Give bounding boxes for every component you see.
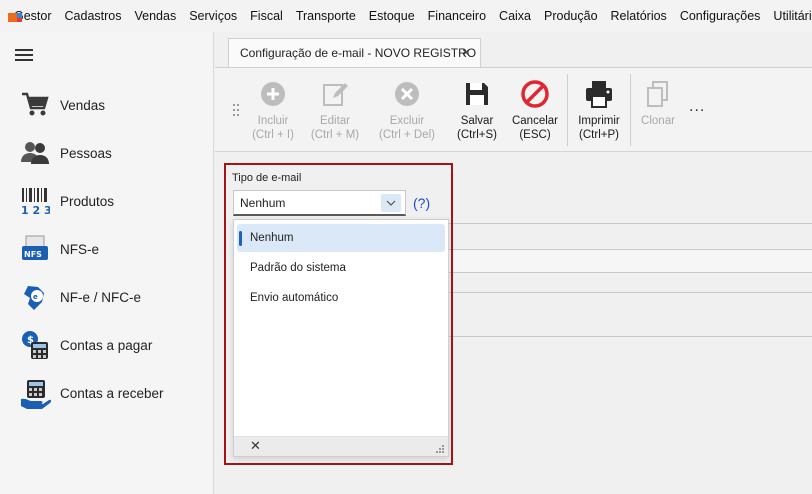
toolbar-separator (630, 74, 631, 146)
menu-financeiro[interactable]: Financeiro (428, 9, 486, 23)
save-icon (452, 78, 502, 110)
imprimir-shortcut: (Ctrl+P) (579, 129, 619, 141)
svg-text:1 2 3: 1 2 3 (21, 204, 50, 216)
sidebar: Vendas Pessoas 1 2 3 Produtos NFS NFS-e … (0, 32, 214, 494)
nfe-map-icon: e (19, 281, 51, 313)
hamburger-menu-icon[interactable] (15, 49, 33, 61)
svg-text:NFS: NFS (24, 250, 42, 259)
field-border-line (447, 223, 812, 224)
sidebar-item-pessoas[interactable]: Pessoas (0, 131, 213, 175)
salvar-shortcut: (Ctrl+S) (457, 129, 497, 141)
clonar-label: Clonar (641, 115, 675, 127)
tab-close-icon[interactable]: × (462, 44, 470, 60)
shopping-cart-icon (19, 89, 51, 121)
bills-to-pay-icon: $ (19, 329, 51, 361)
cancelar-button[interactable]: Cancelar (ESC) (509, 78, 561, 142)
editar-shortcut: (Ctrl + M) (310, 129, 360, 141)
tab-configuracao-email[interactable]: Configuração de e-mail - NOVO REGISTRO × (228, 38, 481, 67)
excluir-shortcut: (Ctrl + Del) (379, 129, 435, 141)
menu-estoque[interactable]: Estoque (369, 9, 415, 23)
sidebar-item-label: Pessoas (60, 145, 112, 161)
sidebar-item-vendas[interactable]: Vendas (0, 83, 213, 127)
plus-circle-icon (249, 78, 297, 110)
cancelar-shortcut: (ESC) (519, 129, 551, 141)
sidebar-item-label: NFS-e (60, 241, 100, 257)
toolbar-grip-icon[interactable] (233, 104, 239, 116)
sidebar-item-produtos[interactable]: 1 2 3 Produtos (0, 179, 213, 223)
incluir-label: Incluir (257, 115, 289, 127)
menu-transporte[interactable]: Transporte (296, 9, 356, 23)
field-border-line (447, 292, 812, 293)
clonar-button[interactable]: Clonar (636, 78, 680, 128)
excluir-label: Excluir (389, 115, 425, 127)
menu-vendas[interactable]: Vendas (135, 9, 177, 23)
salvar-label: Salvar (460, 115, 494, 127)
menu-utilitarios[interactable]: Utilitários (773, 9, 812, 23)
toolbar-separator (567, 74, 568, 146)
sidebar-item-label: Contas a receber (60, 385, 164, 401)
cancel-icon (509, 78, 561, 110)
svg-text:e: e (33, 293, 38, 301)
editar-button[interactable]: Editar (Ctrl + M) (307, 78, 363, 142)
people-icon (19, 137, 51, 169)
menu-producao[interactable]: Produção (544, 9, 598, 23)
editar-label: Editar (319, 115, 351, 127)
field-band (447, 249, 812, 273)
sidebar-item-nfse[interactable]: NFS NFS-e (0, 227, 213, 271)
more-options-button[interactable]: ... (689, 98, 705, 116)
main-area: Configuração de e-mail - NOVO REGISTRO ×… (215, 32, 812, 494)
sidebar-item-label: Produtos (60, 193, 115, 209)
salvar-button[interactable]: Salvar (Ctrl+S) (452, 78, 502, 142)
menu-servicos[interactable]: Serviços (189, 9, 237, 23)
form-content: Tipo de e-mail Nenhum (?) Nenhum Padrão … (215, 153, 812, 494)
menu-bar: Gestor Cadastros Vendas Serviços Fiscal … (0, 0, 812, 32)
field-border-line (447, 336, 812, 337)
excluir-button[interactable]: Excluir (Ctrl + Del) (374, 78, 440, 142)
nfse-document-icon: NFS (19, 233, 51, 265)
highlight-box (224, 163, 453, 465)
sidebar-item-contas-pagar[interactable]: $ Contas a pagar (0, 323, 213, 367)
incluir-button[interactable]: Incluir (Ctrl + I) (249, 78, 297, 142)
sidebar-item-label: Vendas (60, 97, 106, 113)
menu-cadastros[interactable]: Cadastros (65, 9, 122, 23)
menu-caixa[interactable]: Caixa (499, 9, 531, 23)
edit-icon (307, 78, 363, 110)
menu-fiscal[interactable]: Fiscal (250, 9, 283, 23)
sidebar-item-label: Contas a pagar (60, 337, 153, 353)
printer-icon (573, 78, 625, 110)
imprimir-button[interactable]: Imprimir (Ctrl+P) (573, 78, 625, 142)
clone-icon (636, 78, 680, 110)
bills-to-receive-icon (19, 377, 51, 409)
menu-relatorios[interactable]: Relatórios (611, 9, 667, 23)
sidebar-item-contas-receber[interactable]: Contas a receber (0, 371, 213, 415)
toolbar: Incluir (Ctrl + I) Editar (Ctrl + M) Exc… (215, 68, 812, 152)
cancelar-label: Cancelar (511, 115, 559, 127)
sidebar-item-label: NF-e / NFC-e (60, 289, 141, 305)
imprimir-label: Imprimir (578, 115, 620, 127)
menu-configuracoes[interactable]: Configurações (680, 9, 761, 23)
barcode-icon: 1 2 3 (19, 185, 51, 217)
incluir-shortcut: (Ctrl + I) (252, 129, 294, 141)
tab-title: Configuração de e-mail - NOVO REGISTRO (240, 46, 477, 60)
delete-circle-icon (374, 78, 440, 110)
sidebar-item-nfe[interactable]: e NF-e / NFC-e (0, 275, 213, 319)
